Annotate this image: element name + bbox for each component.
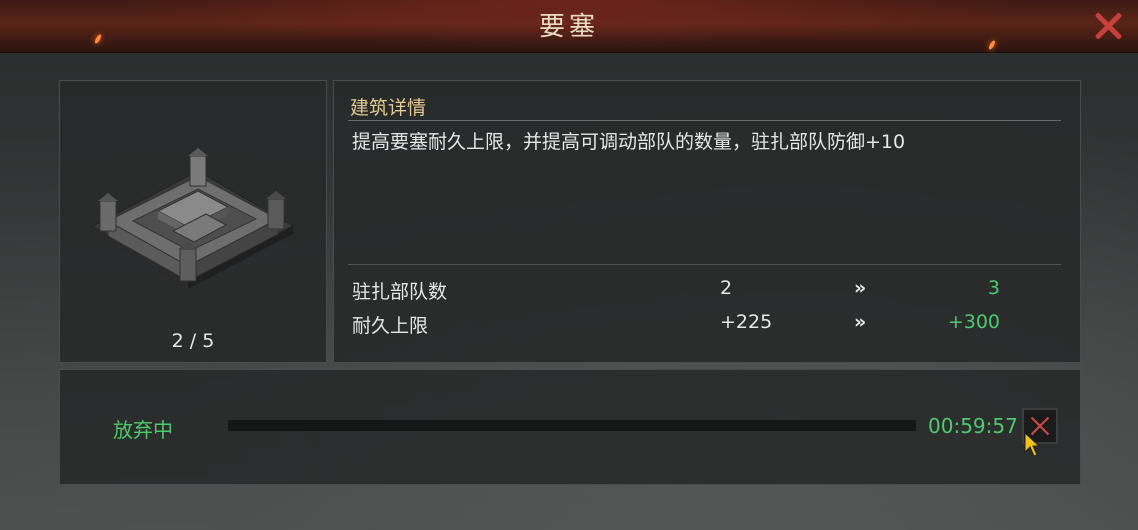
stat-current-value: +225: [720, 311, 773, 333]
building-image-panel: 2 / 5: [59, 80, 327, 363]
progress-bar: [228, 420, 916, 431]
stat-next-value: +300: [947, 311, 1000, 333]
section-title: 建筑详情: [350, 97, 427, 119]
stat-label: 驻扎部队数: [352, 281, 448, 303]
status-label: 放弃中: [113, 418, 173, 442]
fortress-icon: [91, 148, 295, 289]
title-bar: 要塞: [0, 0, 1138, 53]
progress-panel: 放弃中 00:59:57: [59, 369, 1081, 485]
divider: [348, 264, 1061, 265]
upgrade-arrow-icon: »: [854, 277, 867, 299]
stat-row-garrison: 驻扎部队数 2 » 3: [334, 277, 1080, 307]
upgrade-arrow-icon: »: [854, 311, 867, 333]
stat-label: 耐久上限: [352, 315, 429, 337]
divider: [348, 120, 1061, 121]
page-title: 要塞: [538, 12, 599, 42]
mouse-cursor-icon: [1024, 432, 1040, 457]
close-icon[interactable]: [1090, 8, 1126, 44]
stat-current-value: 2: [720, 277, 733, 299]
building-description: 提高要塞耐久上限，并提高可调动部队的数量，驻扎部队防御+10: [352, 131, 906, 153]
stat-row-durability: 耐久上限 +225 » +300: [334, 311, 1080, 341]
stat-next-value: 3: [987, 277, 1000, 299]
building-details-panel: 建筑详情 提高要塞耐久上限，并提高可调动部队的数量，驻扎部队防御+10 驻扎部队…: [333, 80, 1081, 363]
countdown-timer: 00:59:57: [928, 414, 1018, 438]
building-level: 2 / 5: [60, 320, 326, 362]
